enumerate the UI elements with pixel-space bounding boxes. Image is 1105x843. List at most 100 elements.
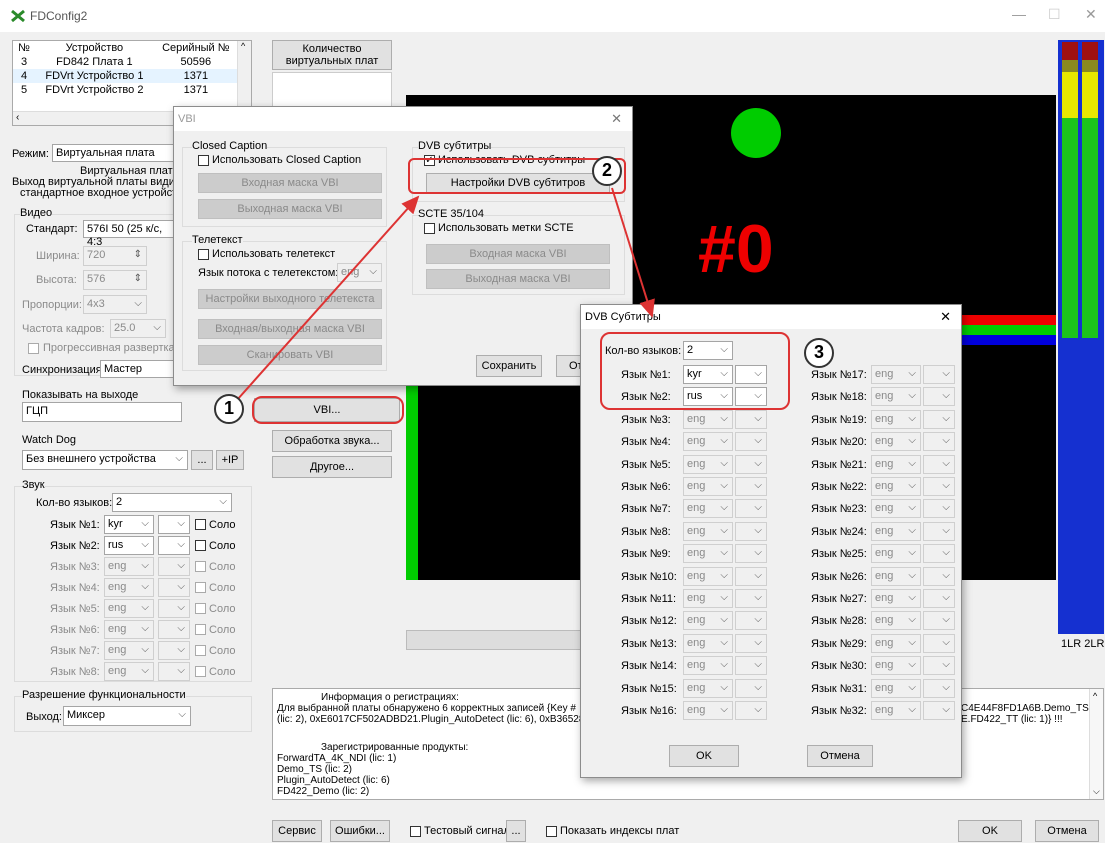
dvb-lang-select[interactable]: eng ⌵ [683,566,733,586]
dvb-lang-select[interactable]: eng ⌵ [683,656,733,676]
dvb-lang-select[interactable]: eng ⌵ [871,432,921,452]
dvb-lang-select[interactable]: eng ⌵ [871,409,921,429]
test-signal-checkbox[interactable] [410,826,421,837]
fps-select[interactable]: 25.0 ⌵ [110,319,166,338]
teletext-lang-select[interactable]: eng ⌵ [337,263,382,282]
main-ok-button[interactable]: OK [958,820,1022,842]
dvb-lang-extra-select[interactable]: ⌵ [735,701,767,720]
dvb-lang-extra-select[interactable]: ⌵ [923,701,955,720]
dvb-lang-select[interactable]: eng ⌵ [683,432,733,452]
solo-checkbox[interactable] [195,540,206,551]
cc-checkbox[interactable] [198,155,209,166]
main-cancel-button[interactable]: Отмена [1035,820,1099,842]
dvb-lang-extra-select[interactable]: ⌵ [735,633,767,653]
show-indexes-checkbox[interactable] [546,826,557,837]
height-input[interactable]: 576 ⇕ [83,270,147,290]
scroll-left-icon[interactable]: ‹ [16,112,19,123]
dvb-lang-extra-select[interactable]: ⌵ [735,589,767,608]
sound-processing-button[interactable]: Обработка звука... [272,430,392,452]
watchdog-ip-button[interactable]: +IP [216,450,244,470]
dvb-lang-select[interactable]: eng ⌵ [683,633,733,653]
scte-output-mask-button[interactable]: Выходная маска VBI [426,269,610,289]
solo-checkbox[interactable] [195,624,206,635]
dvb-lang-select[interactable]: eng ⌵ [871,387,921,407]
dvb-lang-select[interactable]: eng ⌵ [871,454,921,474]
dvb-lang-select[interactable]: eng ⌵ [871,566,921,586]
scroll-up-icon[interactable]: ^ [1093,691,1097,702]
sound-lang-select[interactable]: eng ⌵ [104,557,154,576]
teletext-scan-button[interactable]: Сканировать VBI [198,345,382,365]
sound-lang-extra-select[interactable]: ⌵ [158,662,190,681]
dvb-lang-select[interactable]: eng ⌵ [871,633,921,653]
sound-lang-extra-select[interactable]: ⌵ [158,620,190,639]
dvb-lang-extra-select[interactable]: ⌵ [735,656,767,676]
dvb-lang-select[interactable]: eng ⌵ [683,678,733,698]
dvb-lang-extra-select[interactable]: ⌵ [735,521,767,541]
dvb-lang-extra-select[interactable]: ⌵ [735,409,767,429]
functionality-output-select[interactable]: Миксер ⌵ [63,706,191,726]
sound-lang-extra-select[interactable]: ⌵ [158,599,190,618]
spinner-icon[interactable]: ⇕ [134,248,142,261]
progressive-checkbox[interactable] [28,343,39,354]
test-signal-dots-button[interactable]: ... [506,820,526,842]
dvb-lang-extra-select[interactable]: ⌵ [923,678,955,698]
maximize-icon[interactable]: ☐ [1048,6,1061,23]
sync-select[interactable]: Мастер [100,360,180,378]
scroll-down-icon[interactable]: ⌵ [1093,786,1100,797]
sound-lang-select[interactable]: rus ⌵ [104,536,154,555]
cc-output-mask-button[interactable]: Выходная маска VBI [198,199,382,219]
errors-button[interactable]: Ошибки... [330,820,390,842]
preview-slider[interactable] [406,630,586,650]
dvb-lang-select[interactable]: eng ⌵ [871,544,921,564]
dvb-lang-select[interactable]: eng ⌵ [683,499,733,519]
close-icon[interactable]: ✕ [1085,6,1097,23]
sound-lang-extra-select[interactable]: ⌵ [158,536,190,555]
spinner-icon[interactable]: ⇕ [134,272,142,285]
dvb-lang-extra-select[interactable]: ⌵ [923,611,955,631]
info-scrollbar[interactable]: ^ ⌵ [1089,689,1103,799]
service-button[interactable]: Сервис [272,820,322,842]
dvb-lang-extra-select[interactable]: ⌵ [923,589,955,608]
sound-lang-select[interactable]: eng ⌵ [104,578,154,597]
teletext-checkbox[interactable] [198,249,209,260]
table-row[interactable]: 4 FDVrt Устройство 1 1371 [13,69,238,83]
dvb-lang-extra-select[interactable]: ⌵ [923,409,955,429]
scroll-up-icon[interactable]: ^ [241,41,245,51]
scte-checkbox[interactable] [424,223,435,234]
watchdog-dots-button[interactable]: ... [191,450,213,470]
dvb-lang-extra-select[interactable]: ⌵ [735,678,767,698]
dvb-lang-select[interactable]: eng ⌵ [871,365,921,384]
dvb-lang-select[interactable]: eng ⌵ [871,656,921,676]
dvb-lang-extra-select[interactable]: ⌵ [923,365,955,384]
sound-lang-extra-select[interactable]: ⌵ [158,578,190,597]
cc-input-mask-button[interactable]: Входная маска VBI [198,173,382,193]
dvb-lang-extra-select[interactable]: ⌵ [735,432,767,452]
dvb-lang-extra-select[interactable]: ⌵ [923,477,955,496]
dvb-lang-extra-select[interactable]: ⌵ [923,633,955,653]
close-icon[interactable]: ✕ [611,111,622,127]
dvb-lang-extra-select[interactable]: ⌵ [735,499,767,519]
dvb-lang-select[interactable]: eng ⌵ [683,611,733,631]
dvb-lang-extra-select[interactable]: ⌵ [923,656,955,676]
dvb-lang-select[interactable]: eng ⌵ [871,589,921,608]
dvb-lang-select[interactable]: eng ⌵ [683,409,733,429]
sound-lang-select[interactable]: eng ⌵ [104,599,154,618]
dvb-lang-extra-select[interactable]: ⌵ [923,566,955,586]
dvb-lang-extra-select[interactable]: ⌵ [923,544,955,564]
sound-lang-select[interactable]: eng ⌵ [104,662,154,681]
dvb-lang-select[interactable]: eng ⌵ [871,477,921,496]
dvb-lang-select[interactable]: eng ⌵ [871,678,921,698]
close-icon[interactable]: ✕ [940,309,951,325]
output-select[interactable]: ГЦП [22,402,182,422]
minimize-icon[interactable]: — [1012,6,1026,22]
dvb-lang-select[interactable]: eng ⌵ [683,477,733,496]
dvb-lang-extra-select[interactable]: ⌵ [735,544,767,564]
dvb-lang-extra-select[interactable]: ⌵ [735,454,767,474]
teletext-mask-button[interactable]: Входная/выходная маска VBI [198,319,382,339]
table-row[interactable]: 3 FD842 Плата 1 50596 [13,55,238,69]
solo-checkbox[interactable] [195,603,206,614]
scte-input-mask-button[interactable]: Входная маска VBI [426,244,610,264]
sound-lang-extra-select[interactable]: ⌵ [158,557,190,576]
dvb-lang-extra-select[interactable]: ⌵ [923,454,955,474]
vbi-save-button[interactable]: Сохранить [476,355,542,377]
